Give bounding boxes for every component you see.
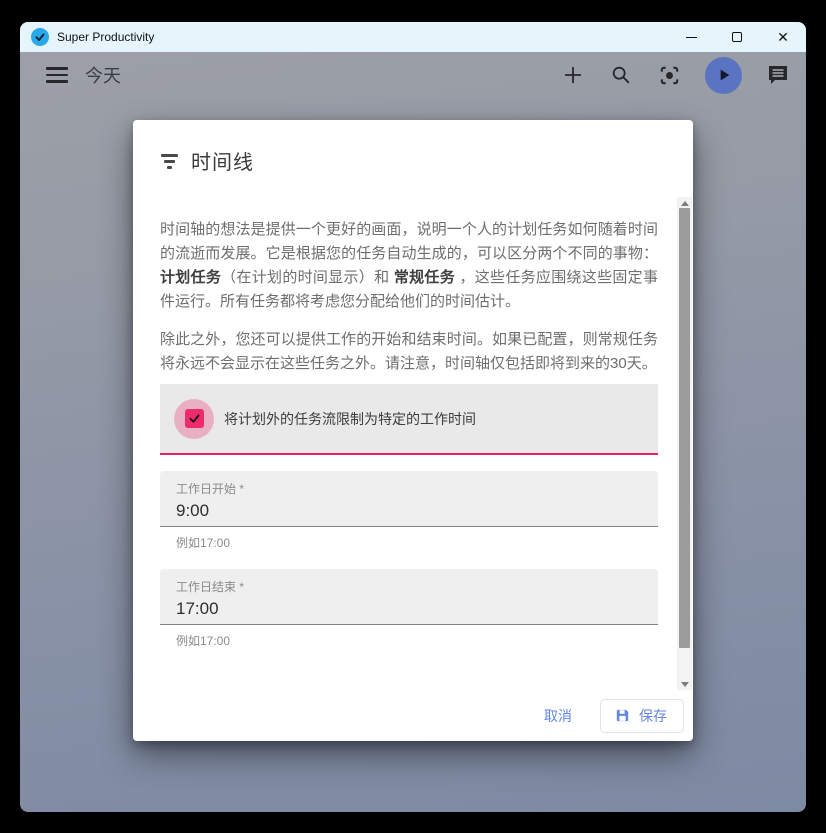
minimize-button[interactable] [668,22,714,52]
intro-paragraph-1: 时间轴的想法是提供一个更好的画面，说明一个人的计划任务如何随着时间的流逝而发展。… [160,218,658,314]
main-toolbar: 今天 [20,52,806,98]
timeline-dialog: 时间线 时间轴的想法是提供一个更好的画面，说明一个人的计划任务如何随着时间的流逝… [133,120,693,741]
scroll-down-arrow[interactable] [677,678,692,690]
add-task-button[interactable] [561,63,585,87]
dialog-footer: 取消 保存 [133,690,693,741]
feedback-button[interactable] [766,63,790,87]
minimize-icon [686,37,697,38]
search-button[interactable] [609,63,633,87]
cancel-button[interactable]: 取消 [526,698,590,734]
work-hours-checkbox[interactable] [185,409,204,428]
play-icon [716,67,732,83]
plus-icon [562,64,584,86]
work-hours-checkbox-row[interactable]: 将计划外的任务流限制为特定的工作时间 [160,384,658,455]
workday-end-input[interactable]: 17:00 [176,599,642,619]
workday-start-field[interactable]: 工作日开始 * 9:00 [160,471,658,527]
dialog-scrollbar[interactable] [677,197,692,690]
intro-paragraph-2: 除此之外，您还可以提供工作的开始和结束时间。如果已配置，则常规任务将永远不会显示… [160,328,658,376]
comment-icon [766,63,790,87]
focus-icon [658,64,681,87]
maximize-button[interactable] [714,22,760,52]
menu-button[interactable] [46,67,68,83]
checkbox-ripple [174,399,214,439]
checkbox-label: 将计划外的任务流限制为特定的工作时间 [224,409,476,429]
focus-mode-button[interactable] [657,63,681,87]
workday-start-input[interactable]: 9:00 [176,501,642,521]
search-icon [610,64,632,86]
save-icon [614,707,631,724]
dialog-content: 时间轴的想法是提供一个更好的画面，说明一个人的计划任务如何随着时间的流逝而发展。… [160,197,658,690]
dialog-title: 时间线 [191,146,254,175]
scrollbar-thumb[interactable] [679,208,690,648]
workday-end-hint: 例如17:00 [160,625,658,649]
maximize-icon [732,32,742,42]
app-logo-icon [31,28,49,46]
checkmark-icon [188,412,201,425]
close-icon: ✕ [777,30,789,44]
dialog-header: 时间线 [160,146,254,175]
workday-end-label: 工作日结束 * [176,578,642,595]
workday-start-label: 工作日开始 * [176,480,642,497]
save-button-label: 保存 [639,706,667,726]
workday-start-hint: 例如17:00 [160,527,658,551]
save-button[interactable]: 保存 [600,699,684,733]
play-button[interactable] [705,57,742,94]
workday-end-field[interactable]: 工作日结束 * 17:00 [160,569,658,625]
titlebar: Super Productivity ✕ [20,22,806,52]
window-title: Super Productivity [57,30,154,44]
close-button[interactable]: ✕ [760,22,806,52]
page-title: 今天 [85,62,121,88]
filter-icon [160,152,178,169]
app-window: Super Productivity ✕ 今天 [20,22,806,812]
